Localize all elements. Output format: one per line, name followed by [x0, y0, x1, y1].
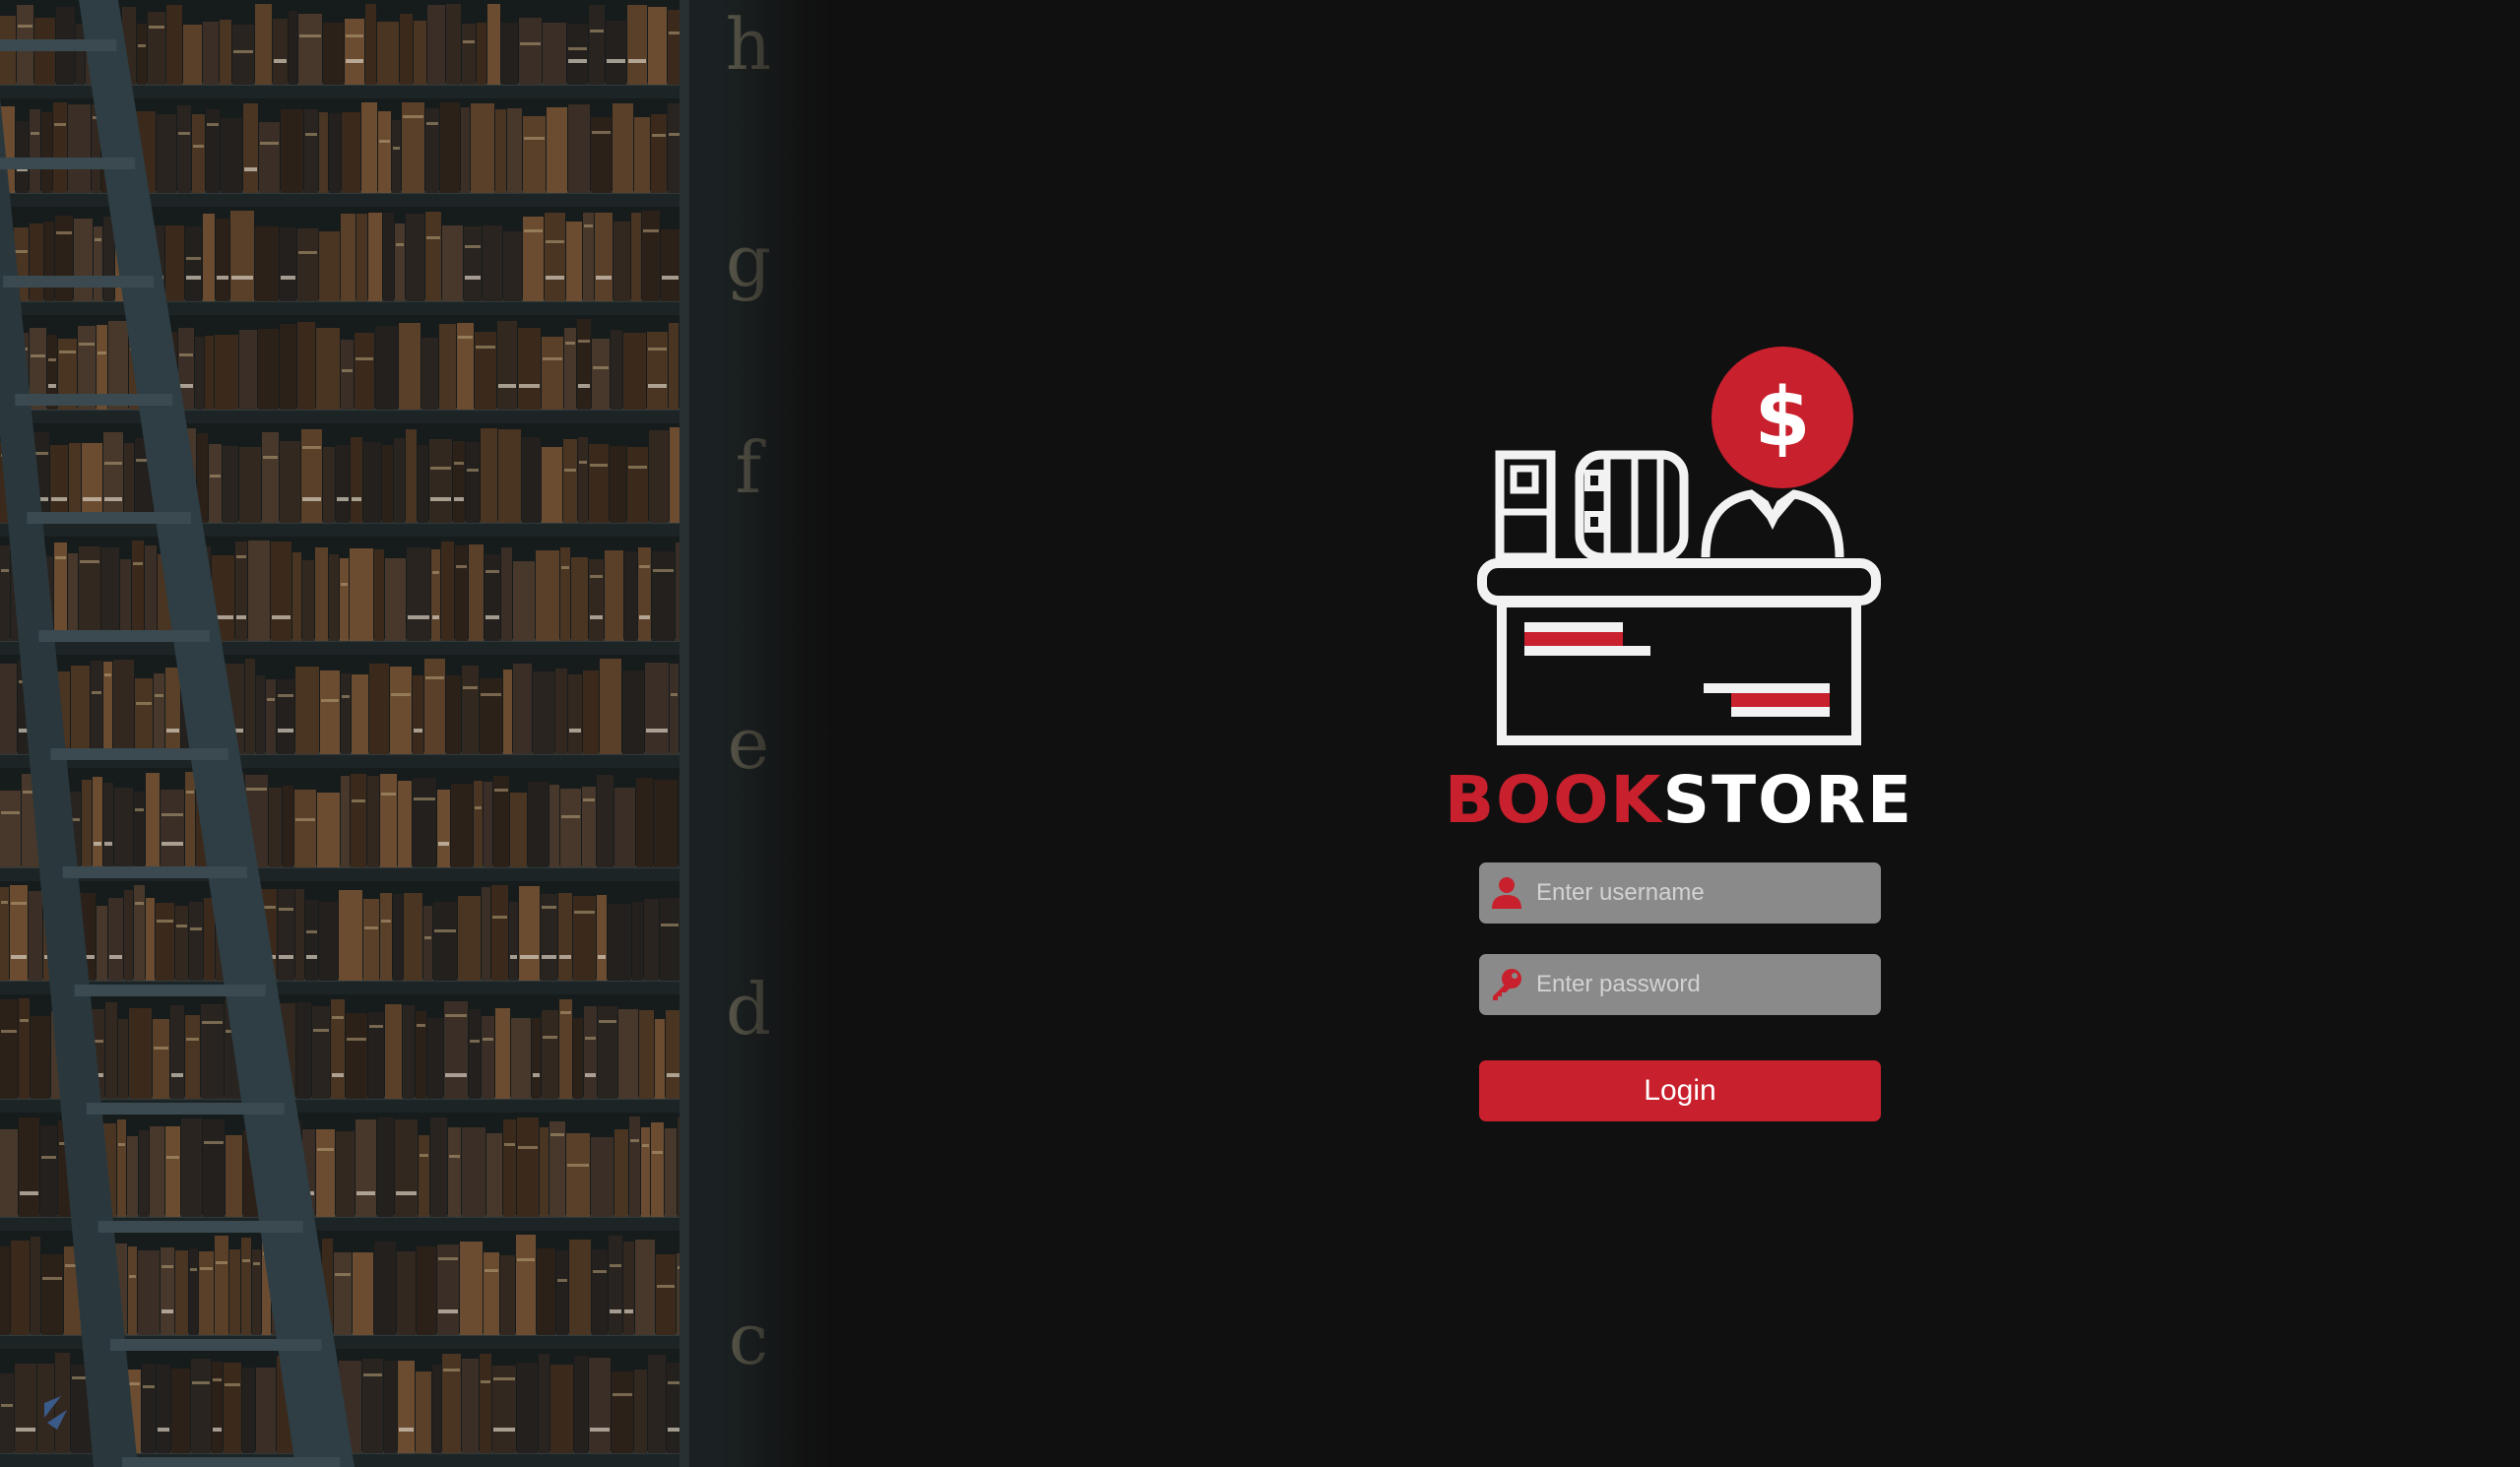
library-photo: hgfedc — [0, 0, 837, 1467]
password-field[interactable] — [1479, 954, 1881, 1015]
username-field[interactable] — [1479, 862, 1881, 924]
password-input[interactable] — [1536, 954, 1871, 1015]
bookstore-cashier-logo: $ — [1477, 347, 1881, 745]
key-icon — [1493, 969, 1521, 1000]
login-button[interactable]: Login — [1479, 1060, 1881, 1121]
svg-text:$: $ — [1754, 371, 1810, 465]
login-page: hgfedc $ — [0, 0, 2520, 1467]
brand-part-book: BOOK — [1444, 762, 1663, 838]
brand-title: BOOKSTORE — [1418, 766, 1940, 835]
username-input[interactable] — [1536, 862, 1871, 924]
brand-part-store: STORE — [1662, 762, 1914, 838]
user-icon — [1492, 877, 1521, 909]
